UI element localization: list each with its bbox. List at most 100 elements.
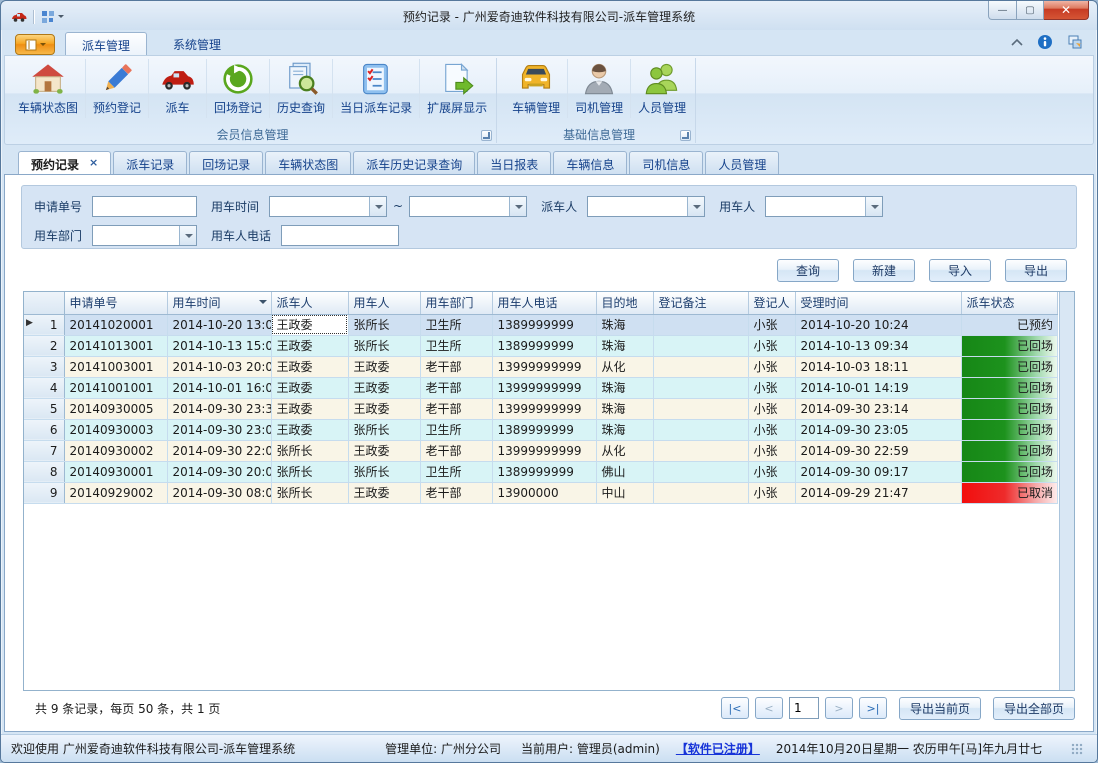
cell-department[interactable]: 卫生所 [420,419,492,440]
table-row[interactable]: 3201410030012014-10-03 20:00王政委王政委老干部139… [24,356,1058,377]
cell-remark[interactable] [653,461,748,482]
cell-department[interactable]: 老干部 [420,356,492,377]
cell-request-no[interactable]: 20140930005 [64,398,167,419]
history-query-button[interactable]: 历史查询 [270,59,333,118]
registered-link[interactable]: 【软件已注册】 [676,740,760,757]
row-indicator[interactable]: 8 [24,461,64,482]
user-dropdown[interactable] [765,196,883,217]
cell-use-time[interactable]: 2014-10-13 15:00 [167,335,271,356]
column-header-dispatcher[interactable]: 派车人 [271,292,348,314]
first-page-button[interactable]: |< [721,697,749,719]
cell-phone[interactable]: 1389999999 [492,335,596,356]
collapse-ribbon-icon[interactable] [1011,38,1023,46]
cell-use-time[interactable]: 2014-10-01 16:00 [167,377,271,398]
cell-destination[interactable]: 珠海 [596,398,653,419]
cell-destination[interactable]: 珠海 [596,335,653,356]
cell-phone[interactable]: 13999999999 [492,356,596,377]
page-number-input[interactable] [789,697,819,719]
reservation-register-button[interactable]: 预约登记 [86,59,149,118]
cell-dispatcher[interactable]: 张所长 [271,440,348,461]
row-indicator[interactable]: 6 [24,419,64,440]
cell-accept-time[interactable]: 2014-09-30 23:05 [795,419,961,440]
ribbon-tab-dispatch[interactable]: 派车管理 [65,32,147,55]
table-row[interactable]: 6201409300032014-09-30 23:00王政委张所长卫生所138… [24,419,1058,440]
minimize-button[interactable]: — [988,1,1017,20]
column-header-status[interactable]: 派车状态 [961,292,1058,314]
cell-destination[interactable]: 珠海 [596,314,653,335]
cell-use-time[interactable]: 2014-10-03 20:00 [167,356,271,377]
cell-destination[interactable]: 佛山 [596,461,653,482]
row-indicator[interactable]: 2 [24,335,64,356]
dispatcher-dropdown[interactable] [587,196,705,217]
column-header-registrar[interactable]: 登记人 [748,292,795,314]
cell-department[interactable]: 老干部 [420,398,492,419]
personnel-manage-button[interactable]: 人员管理 [631,59,693,118]
cell-remark[interactable] [653,356,748,377]
cell-dispatcher[interactable]: 王政委 [271,335,348,356]
vehicle-status-map-button[interactable]: 车辆状态图 [11,59,86,118]
cell-user[interactable]: 张所长 [348,314,420,335]
last-page-button[interactable]: >| [859,697,887,719]
row-indicator[interactable]: ▶1 [24,314,64,335]
cell-request-no[interactable]: 20141001001 [64,377,167,398]
cell-registrar[interactable]: 小张 [748,377,795,398]
cell-accept-time[interactable]: 2014-10-01 14:19 [795,377,961,398]
table-row[interactable]: 9201409290022014-09-30 08:00张所长王政委老干部139… [24,482,1058,503]
cell-department[interactable]: 卫生所 [420,314,492,335]
app-menu-button[interactable] [15,34,55,55]
cell-registrar[interactable]: 小张 [748,314,795,335]
cell-destination[interactable]: 珠海 [596,377,653,398]
vertical-scrollbar[interactable] [1059,292,1074,690]
row-indicator[interactable]: 9 [24,482,64,503]
driver-manage-button[interactable]: 司机管理 [568,59,631,118]
doc-tab-return-records[interactable]: 回场记录 [189,151,263,174]
cell-use-time[interactable]: 2014-09-30 23:00 [167,419,271,440]
table-row[interactable]: 5201409300052014-09-30 23:30王政委王政委老干部139… [24,398,1058,419]
doc-tab-dispatch-history-query[interactable]: 派车历史记录查询 [353,151,475,174]
cell-department[interactable]: 老干部 [420,440,492,461]
export-all-pages-button[interactable]: 导出全部页 [993,697,1075,720]
cell-request-no[interactable]: 20140929002 [64,482,167,503]
doc-tab-personnel-manage[interactable]: 人员管理 [705,151,779,174]
query-button[interactable]: 查询 [777,259,839,282]
cell-phone[interactable]: 1389999999 [492,461,596,482]
cell-dispatcher[interactable]: 王政委 [271,377,348,398]
phone-input[interactable] [281,225,399,246]
cell-phone[interactable]: 13999999999 [492,398,596,419]
cell-remark[interactable] [653,440,748,461]
return-register-button[interactable]: 回场登记 [207,59,270,118]
cell-remark[interactable] [653,419,748,440]
cell-destination[interactable]: 从化 [596,440,653,461]
column-header-accept-time[interactable]: 受理时间 [795,292,961,314]
export-current-page-button[interactable]: 导出当前页 [899,697,981,720]
chevron-down-icon[interactable] [369,197,386,216]
cell-user[interactable]: 张所长 [348,335,420,356]
cell-accept-time[interactable]: 2014-09-29 21:47 [795,482,961,503]
column-header-remark[interactable]: 登记备注 [653,292,748,314]
vehicle-manage-button[interactable]: 车辆管理 [505,59,568,118]
cell-status[interactable]: 已回场 [961,356,1058,377]
column-header-phone[interactable]: 用车人电话 [492,292,596,314]
cell-accept-time[interactable]: 2014-10-03 18:11 [795,356,961,377]
chevron-down-icon[interactable] [509,197,526,216]
cell-accept-time[interactable]: 2014-10-13 09:34 [795,335,961,356]
table-row[interactable]: 8201409300012014-09-30 20:00张所长张所长卫生所138… [24,461,1058,482]
chevron-down-icon[interactable] [865,197,882,216]
cell-department[interactable]: 卫生所 [420,335,492,356]
next-page-button[interactable]: > [825,697,853,719]
cell-accept-time[interactable]: 2014-09-30 09:17 [795,461,961,482]
dialog-launcher-icon[interactable] [481,130,492,141]
table-row[interactable]: 4201410010012014-10-01 16:00王政委王政委老干部139… [24,377,1058,398]
cell-remark[interactable] [653,398,748,419]
doc-tab-vehicle-status-map[interactable]: 车辆状态图 [265,151,351,174]
cell-remark[interactable] [653,377,748,398]
cell-destination[interactable]: 珠海 [596,419,653,440]
row-indicator[interactable]: 5 [24,398,64,419]
cell-registrar[interactable]: 小张 [748,461,795,482]
use-time-from-dropdown[interactable] [269,196,387,217]
column-header-department[interactable]: 用车部门 [420,292,492,314]
cell-dispatcher[interactable]: 王政委 [271,419,348,440]
cell-status[interactable]: 已回场 [961,377,1058,398]
cell-user[interactable]: 王政委 [348,440,420,461]
cell-dispatcher[interactable]: 张所长 [271,482,348,503]
